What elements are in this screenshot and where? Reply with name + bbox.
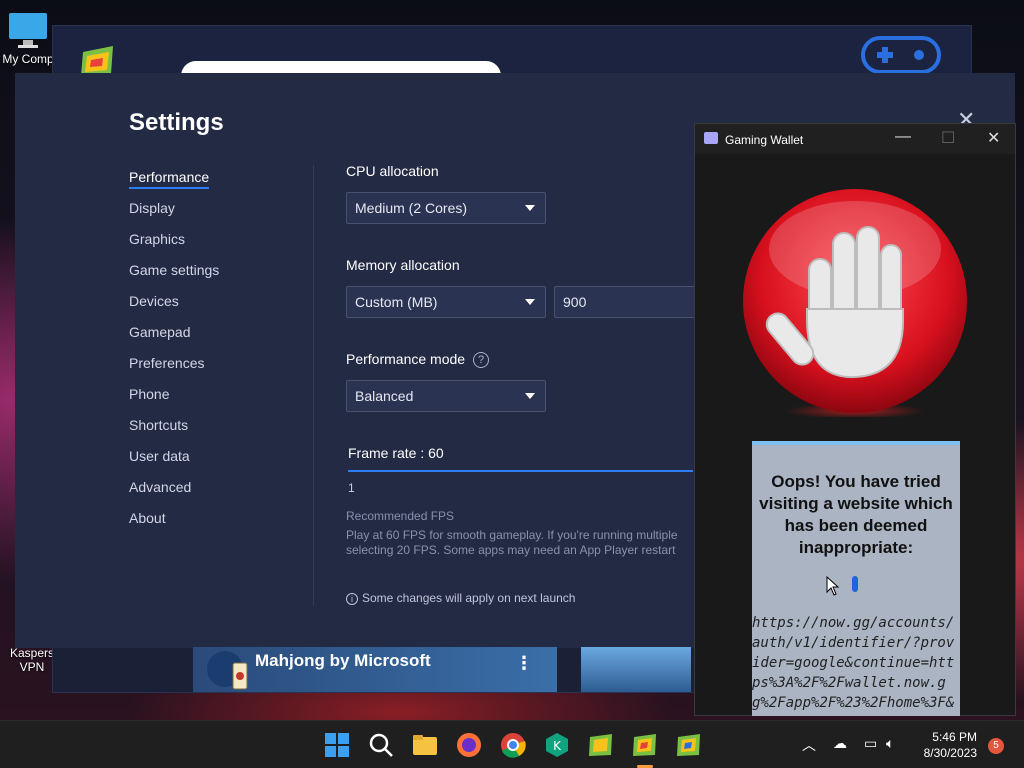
nav-label: Advanced	[129, 479, 192, 495]
kaspersky-icon[interactable]: K	[543, 731, 571, 759]
performance-mode-text: Performance mode	[346, 351, 466, 367]
desktop-icon-my-computer[interactable]: My Comp	[2, 10, 54, 66]
ad-thumbnail[interactable]	[581, 647, 691, 692]
memory-mb-value: 900	[563, 294, 587, 310]
nav-label: Gamepad	[129, 324, 191, 340]
settings-nav: Performance Display Graphics Game settin…	[129, 169, 219, 541]
performance-mode-label: Performance mode?	[346, 351, 490, 369]
cpu-allocation-label: CPU allocation	[346, 163, 439, 179]
windows-start-icon[interactable]	[323, 731, 351, 759]
nav-advanced[interactable]: Advanced	[129, 479, 219, 510]
chevron-down-icon	[525, 393, 535, 399]
nav-shortcuts[interactable]: Shortcuts	[129, 417, 219, 448]
help-icon[interactable]: ?	[473, 352, 490, 369]
memory-allocation-label: Memory allocation	[346, 257, 460, 273]
desktop-icon-label: Kaspers VPN	[9, 646, 55, 674]
chevron-up-icon[interactable]: ︿	[802, 735, 816, 755]
recommended-fps-text-1: Play at 60 FPS for smooth gameplay. If y…	[346, 528, 678, 542]
clock-time: 5:46 PM	[932, 730, 977, 744]
nav-graphics[interactable]: Graphics	[129, 231, 219, 262]
svg-text:K: K	[553, 739, 562, 753]
mahjong-tile-icon	[207, 651, 248, 690]
nav-about[interactable]: About	[129, 510, 219, 541]
wallet-titlebar: Gaming Wallet — ☐ ✕	[695, 124, 1015, 154]
nav-label: Graphics	[129, 231, 186, 247]
performance-mode-select[interactable]: Balanced	[346, 380, 546, 412]
chevron-down-icon	[525, 205, 535, 211]
blocked-url: https://now.gg/accounts/auth/v1/identifi…	[752, 615, 955, 716]
launch-note-text: Some changes will apply on next launch	[362, 591, 576, 605]
nav-user-data[interactable]: User data	[129, 448, 219, 479]
performance-mode-value: Balanced	[355, 388, 414, 404]
bluestacks-topbar	[53, 26, 971, 91]
search-icon[interactable]	[367, 731, 395, 759]
gaming-wallet-window: Gaming Wallet — ☐ ✕ Oops! You have tried…	[694, 123, 1016, 716]
settings-divider	[313, 165, 314, 605]
nav-label: Performance	[129, 169, 210, 189]
nav-label: Devices	[129, 293, 179, 309]
frame-rate-slider[interactable]	[348, 470, 693, 472]
ad-title: Mahjong by Microsoft	[255, 651, 431, 670]
taskbar-clock[interactable]: 5:46 PM 8/30/2023	[905, 729, 977, 761]
more-options-icon[interactable]: ⋮	[515, 653, 533, 674]
nav-label: Display	[129, 200, 175, 216]
nav-performance[interactable]: Performance	[129, 169, 219, 200]
taskbar: K ︿ ☁ ▭ 🔈︎ 5:46 PM 8/30/2023 5	[0, 720, 1024, 768]
file-explorer-icon[interactable]	[411, 731, 439, 759]
recommended-fps-text-2: selecting 20 FPS. Some apps may need an …	[346, 543, 676, 557]
volume-icon[interactable]: 🔈︎	[886, 735, 894, 752]
recommended-fps-title: Recommended FPS	[346, 509, 455, 523]
nav-label: Shortcuts	[129, 417, 189, 433]
blocked-message: Oops! You have tried visiting a website …	[759, 472, 953, 557]
nav-label: User data	[129, 448, 190, 464]
chevron-down-icon	[525, 299, 535, 305]
nav-gamepad[interactable]: Gamepad	[129, 324, 219, 355]
memory-mb-input[interactable]: 900	[554, 286, 704, 318]
cpu-allocation-value: Medium (2 Cores)	[355, 200, 468, 216]
loading-spinner-icon	[852, 576, 858, 592]
maximize-button[interactable]: ☐	[941, 128, 955, 148]
nav-label: Phone	[129, 386, 170, 402]
wallet-icon	[704, 132, 718, 144]
bluestacks-app-icon[interactable]	[631, 731, 659, 759]
nav-label: Preferences	[129, 355, 205, 371]
nav-label: Game settings	[129, 262, 220, 278]
nav-display[interactable]: Display	[129, 200, 219, 231]
gamepad-icon[interactable]	[859, 30, 943, 76]
network-off-icon[interactable]: ☁	[833, 735, 847, 752]
cpu-allocation-select[interactable]: Medium (2 Cores)	[346, 192, 546, 224]
minimize-button[interactable]: —	[895, 128, 911, 146]
display-icon[interactable]: ▭	[864, 735, 877, 752]
wallet-title: Gaming Wallet	[725, 133, 804, 147]
bluestacks-multi-instance-icon[interactable]	[587, 731, 615, 759]
stop-hand-icon	[743, 189, 967, 417]
firefox-icon[interactable]	[455, 731, 483, 759]
nav-phone[interactable]: Phone	[129, 386, 219, 417]
desktop-icon-label: My Comp	[2, 52, 54, 66]
notification-badge[interactable]: 5	[988, 738, 1004, 754]
blocked-site-panel: Oops! You have tried visiting a website …	[752, 441, 960, 716]
chrome-icon[interactable]	[499, 731, 527, 759]
memory-allocation-value: Custom (MB)	[355, 294, 438, 310]
nav-devices[interactable]: Devices	[129, 293, 219, 324]
mouse-cursor-icon	[826, 576, 840, 596]
bluestacks-x-icon[interactable]	[675, 731, 703, 759]
nav-preferences[interactable]: Preferences	[129, 355, 219, 386]
frame-rate-label: Frame rate : 60	[348, 445, 444, 461]
memory-allocation-select[interactable]: Custom (MB)	[346, 286, 546, 318]
close-button[interactable]: ✕	[987, 128, 1000, 148]
info-icon: i	[346, 593, 358, 605]
settings-title: Settings	[129, 109, 224, 136]
ad-banner-mahjong[interactable]: Mahjong by Microsoft ⋮	[193, 647, 557, 692]
nav-game-settings[interactable]: Game settings	[129, 262, 219, 293]
launch-note: i Some changes will apply on next launch	[346, 591, 575, 605]
frame-rate-min: 1	[348, 481, 355, 495]
monitor-icon	[9, 13, 47, 48]
nav-label: About	[129, 510, 166, 526]
clock-date: 8/30/2023	[923, 746, 977, 760]
